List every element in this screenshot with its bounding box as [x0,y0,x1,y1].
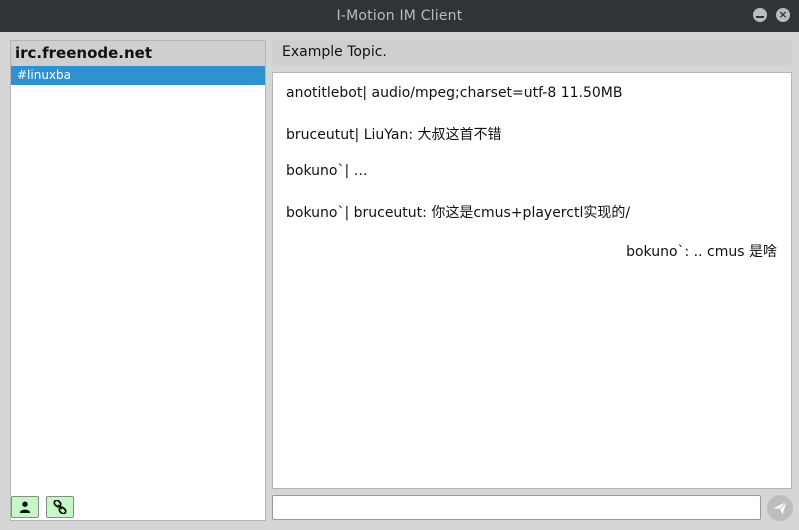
message-line: bruceutut| LiuYan: 大叔这首不错 [286,127,502,143]
minimize-icon[interactable] [753,8,767,22]
close-icon[interactable]: × [776,8,790,22]
title-bar: I-Motion IM Client × [0,0,799,32]
user-icon [19,501,31,513]
channel-sidebar: irc.freenode.net #linuxba [10,40,266,521]
window-title: I-Motion IM Client [336,8,463,24]
channel-item-linuxba[interactable]: #linuxba [11,66,265,85]
message-area[interactable]: anotitlebot| audio/mpeg;charset=utf-8 11… [272,72,792,489]
link-icon [53,500,67,514]
connect-button[interactable] [46,496,74,518]
channel-topic: Example Topic. [272,40,792,65]
message-line: bokuno`| bruceutut: 你这是cmus+playerctl实现的… [286,205,631,221]
message-input[interactable] [272,495,761,520]
own-message-line: bokuno`: .. cmus 是啥 [626,244,777,260]
server-name[interactable]: irc.freenode.net [11,41,265,66]
message-line: anotitlebot| audio/mpeg;charset=utf-8 11… [286,85,623,101]
send-icon [773,501,787,515]
send-button[interactable] [767,495,793,521]
message-line: bokuno`| … [286,163,368,179]
user-button[interactable] [11,496,39,518]
